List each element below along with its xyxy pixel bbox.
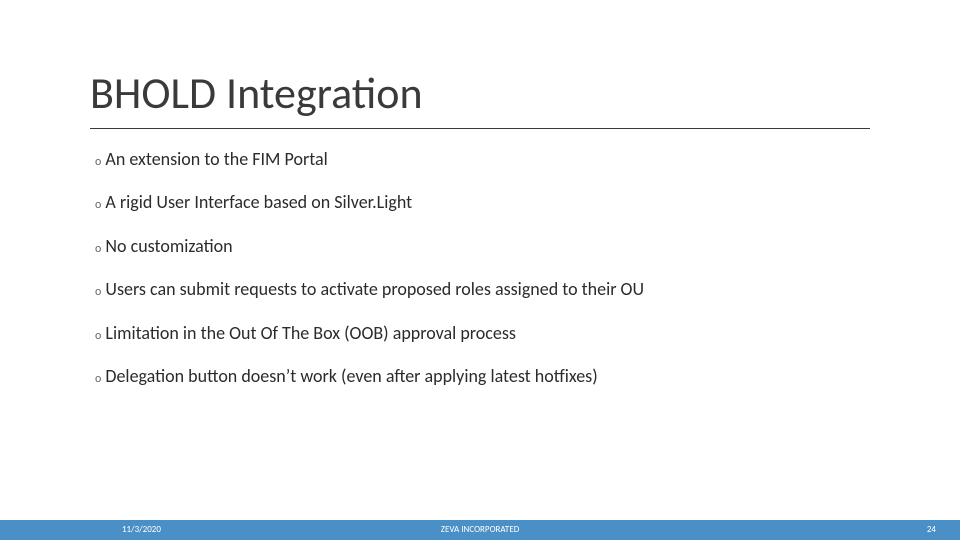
bullet-marker: o	[95, 242, 101, 256]
list-item: o A rigid User Interface based on Silver…	[95, 191, 875, 214]
footer-company: ZEVA INCORPORATED	[0, 524, 960, 535]
list-item-text: Limitation in the Out Of The Box (OOB) a…	[105, 322, 516, 344]
list-item-text: Delegation button doesn’t work (even aft…	[105, 365, 597, 387]
list-item: o An extension to the FIM Portal	[95, 148, 875, 171]
title-underline	[90, 128, 870, 129]
footer-bar: 11/3/2020 ZEVA INCORPORATED 24	[0, 520, 960, 540]
list-item-text: A rigid User Interface based on Silver.L…	[105, 191, 412, 213]
list-item-text: Users can submit requests to activate pr…	[105, 278, 644, 300]
bullet-marker: o	[95, 329, 101, 343]
list-item-text: No customization	[105, 235, 232, 257]
list-item-text: An extension to the FIM Portal	[105, 148, 327, 170]
bullet-marker: o	[95, 285, 101, 299]
bullet-marker: o	[95, 155, 101, 169]
slide: BHOLD Integration o An extension to the …	[0, 0, 960, 540]
footer-page-number: 24	[927, 524, 936, 535]
bullet-marker: o	[95, 198, 101, 212]
bullet-list: o An extension to the FIM Portal o A rig…	[95, 148, 875, 408]
list-item: o No customization	[95, 235, 875, 258]
slide-title: BHOLD Integration	[90, 66, 423, 120]
list-item: o Limitation in the Out Of The Box (OOB)…	[95, 322, 875, 345]
list-item: o Users can submit requests to activate …	[95, 278, 875, 301]
bullet-marker: o	[95, 372, 101, 386]
list-item: o Delegation button doesn’t work (even a…	[95, 365, 875, 388]
